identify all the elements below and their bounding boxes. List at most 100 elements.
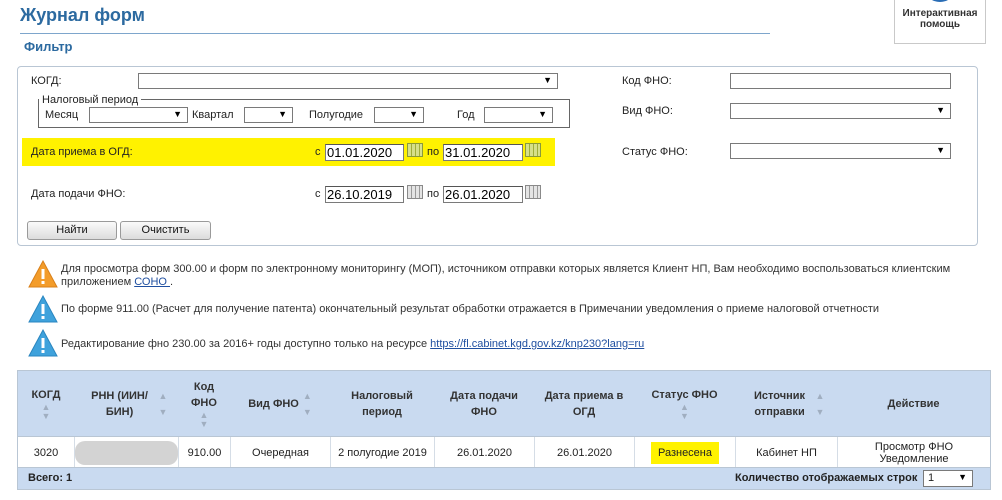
chevron-down-icon: ▼ (409, 109, 418, 119)
calendar-icon[interactable] (525, 143, 541, 157)
cell-action: Просмотр ФНО Уведомление (837, 437, 990, 468)
year-select[interactable]: ▼ (484, 107, 553, 123)
header-kogd-label: КОГД (31, 388, 61, 401)
header-rnn-label: РНН (ИИН/ БИН) (91, 389, 148, 418)
sort-icon: ▲ ▼ (815, 390, 825, 417)
chevron-down-icon: ▼ (538, 109, 547, 119)
header-kogd[interactable]: КОГД ▲ ▼ (18, 371, 74, 436)
header-status-label: Статус ФНО (651, 388, 718, 401)
kogd-label: КОГД: (31, 75, 62, 87)
halfyear-label: Полугодие (309, 109, 364, 121)
status-fno-select[interactable]: ▼ (730, 143, 951, 159)
find-button[interactable]: Найти (27, 221, 117, 240)
filter-panel: КОГД: ▼ Налоговый период Месяц ▼ Квартал… (17, 66, 978, 246)
kogd-select[interactable]: ▼ (138, 73, 558, 89)
sort-icon: ▲ ▼ (158, 390, 168, 417)
sort-icon: ▲ ▼ (680, 401, 689, 421)
cell-rnn (74, 437, 178, 468)
notice-sono-text-part: Для просмотра форм 300.00 и форм по элек… (61, 263, 951, 288)
interactive-help-button[interactable]: Интерактивная помощь (894, 0, 986, 44)
notice-230-text: Редактирование фно 230.00 за 2016+ годы … (61, 338, 961, 351)
cell-kogd: 3020 (33, 446, 59, 459)
view-fno-link[interactable]: Просмотр ФНО (875, 441, 953, 453)
notice-sono-text-end: . (170, 276, 174, 288)
notification-link[interactable]: Уведомление (880, 453, 949, 465)
header-kod-fno[interactable]: Код ФНО ▲ ▼ (178, 371, 230, 436)
year-label: Год (457, 109, 475, 121)
submit-date-from-input[interactable]: 26.10.2019 (325, 186, 404, 203)
filter-heading: Фильтр (24, 39, 73, 54)
help-icon (926, 0, 954, 2)
calendar-icon[interactable] (407, 143, 423, 157)
rows-count-select[interactable]: 1 ▼ (923, 470, 973, 487)
month-select[interactable]: ▼ (89, 107, 188, 123)
submit-date-from-label: с (315, 188, 321, 200)
notice-230: Редактирование фно 230.00 за 2016+ годы … (28, 329, 978, 361)
receipt-date-to-input[interactable]: 31.01.2020 (443, 144, 523, 161)
header-vid-fno-label: Вид ФНО (248, 397, 299, 410)
header-action: Действие (837, 371, 990, 436)
header-period[interactable]: Налоговый период (330, 371, 434, 436)
chevron-down-icon: ▼ (936, 145, 945, 155)
header-source-label: Источник отправки (754, 389, 806, 418)
info-icon (28, 329, 58, 357)
page-title: Журнал форм (20, 5, 145, 25)
header-action-label: Действие (887, 397, 940, 410)
notice-230-text-part: Редактирование фно 230.00 за 2016+ годы … (61, 338, 431, 350)
header-status[interactable]: Статус ФНО ▲ ▼ (634, 371, 735, 436)
header-submit-date[interactable]: Дата подачи ФНО (434, 371, 534, 436)
cell-receipt-date: 26.01.2020 (534, 437, 634, 468)
warning-icon (28, 260, 58, 288)
quarter-select[interactable]: ▼ (244, 107, 293, 123)
header-receipt-date[interactable]: Дата приема в ОГД (534, 371, 634, 436)
notice-sono: Для просмотра форм 300.00 и форм по элек… (28, 258, 978, 294)
tax-period-legend: Налоговый период (39, 94, 142, 106)
status-badge: Разнесена (650, 441, 719, 464)
notice-911: По форме 911.00 (Расчет для получение па… (28, 294, 978, 326)
vid-fno-select[interactable]: ▼ (730, 103, 951, 119)
cell-vid-fno: Очередная (230, 437, 330, 468)
total-count: Всего: 1 (28, 472, 73, 484)
quarter-label: Квартал (192, 109, 234, 121)
cell-kod-fno: 910.00 (178, 437, 230, 468)
submit-date-to-input[interactable]: 26.01.2020 (443, 186, 523, 203)
knp230-link[interactable]: https://fl.cabinet.kgd.gov.kz/knp230?lan… (430, 338, 644, 350)
calendar-icon[interactable] (407, 185, 423, 199)
help-label: Интерактивная помощь (902, 8, 978, 30)
sort-icon: ▲ ▼ (41, 401, 51, 421)
cell-source: Кабинет НП (735, 437, 837, 468)
calendar-icon[interactable] (525, 185, 541, 199)
rows-count-value: 1 (928, 472, 935, 484)
cell-submit-date: 26.01.2020 (434, 437, 534, 468)
header-vid-fno[interactable]: Вид ФНО ▲ ▼ (230, 371, 330, 436)
sort-icon: ▲ ▼ (302, 390, 312, 417)
status-fno-label: Статус ФНО: (622, 146, 688, 158)
halfyear-select[interactable]: ▼ (374, 107, 424, 123)
sono-link[interactable]: СОНО (134, 276, 170, 288)
receipt-date-from-input[interactable]: 01.01.2020 (325, 144, 404, 161)
receipt-date-label: Дата приема в ОГД: (31, 146, 133, 158)
vid-fno-label: Вид ФНО: (622, 105, 673, 117)
chevron-down-icon: ▼ (958, 472, 967, 482)
rows-count-label: Количество отображаемых строк (735, 472, 918, 484)
header-rnn[interactable]: РНН (ИИН/ БИН) ▲ ▼ (74, 371, 178, 436)
chevron-down-icon: ▼ (936, 105, 945, 115)
results-table: КОГД ▲ ▼ РНН (ИИН/ БИН) ▲ ▼ Код ФНО ▲ ▼ Вид ФН… (17, 370, 991, 490)
receipt-date-from-label: с (315, 146, 321, 158)
cell-status: Разнесена (634, 437, 735, 468)
clear-button[interactable]: Очистить (120, 221, 211, 240)
header-kod-fno-label: Код ФНО (191, 380, 217, 409)
title-divider (20, 33, 770, 34)
table-row: 3020 910.00 Очередная 2 полугодие 2019 2… (18, 436, 990, 468)
header-source[interactable]: Источник отправки ▲ ▼ (735, 371, 837, 436)
table-footer: Всего: 1 Количество отображаемых строк 1… (18, 467, 990, 489)
submit-date-to-label: по (427, 188, 440, 200)
submit-date-label: Дата подачи ФНО: (31, 188, 126, 200)
kod-fno-input[interactable] (730, 73, 951, 89)
table-header-row: КОГД ▲ ▼ РНН (ИИН/ БИН) ▲ ▼ Код ФНО ▲ ▼ Вид ФН… (18, 371, 990, 436)
info-icon (28, 295, 58, 323)
header-period-label: Налоговый период (351, 389, 413, 418)
receipt-date-to-label: по (427, 146, 440, 158)
header-submit-date-label: Дата подачи ФНО (450, 389, 518, 418)
chevron-down-icon: ▼ (543, 75, 552, 85)
